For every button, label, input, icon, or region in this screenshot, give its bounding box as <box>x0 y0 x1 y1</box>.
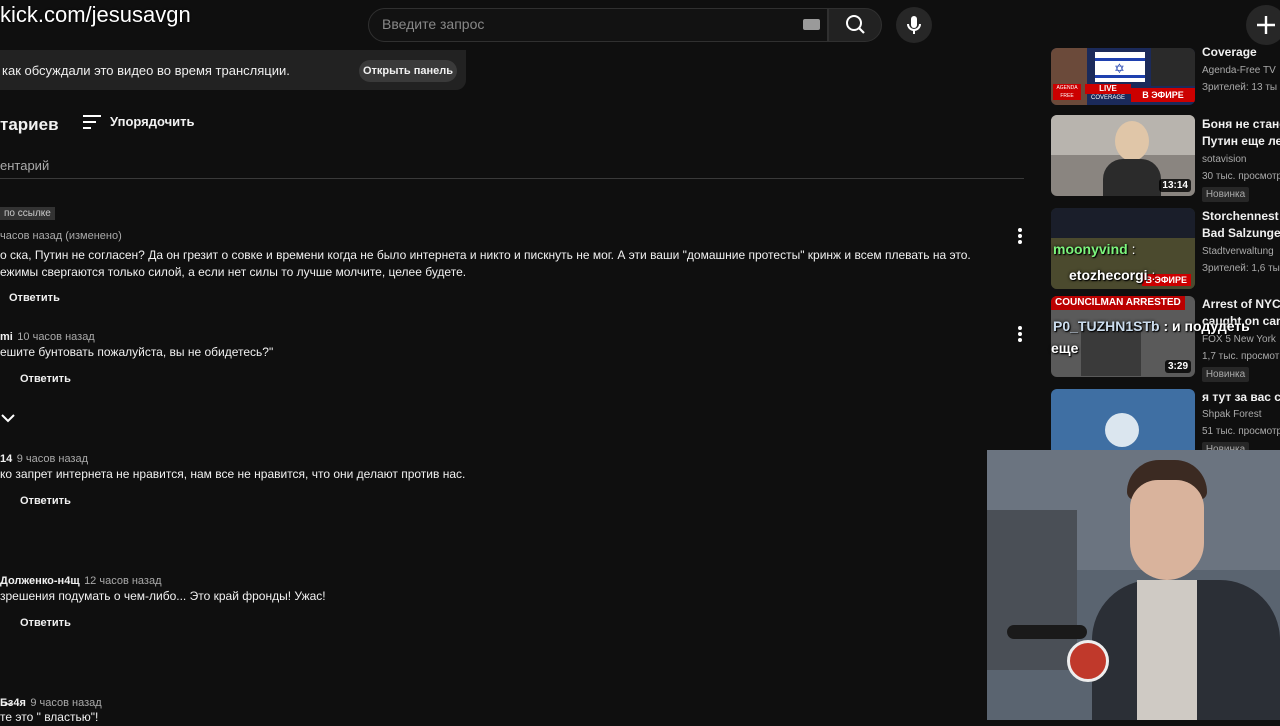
sort-button[interactable]: Упорядочить <box>110 114 195 129</box>
comment-time: 12 часов назад <box>84 575 162 587</box>
video-views: 1,7 тыс. просмотр <box>1202 351 1280 362</box>
search-icon <box>846 15 865 34</box>
comment-author[interactable]: Б̶з4я <box>0 697 26 709</box>
microphone-icon <box>1067 640 1109 682</box>
video-title[interactable]: я тут за вас су <box>1202 389 1280 406</box>
search-button[interactable] <box>828 8 882 42</box>
video-duration: 3:29 <box>1164 360 1191 373</box>
comments-count: тариев <box>0 115 59 134</box>
video-thumbnail[interactable]: COUNCILMAN ARRESTED 3:29 <box>1051 296 1195 377</box>
thumb-sub-label: COVERAGE <box>1090 95 1125 101</box>
stream-chat-message: etozhecorgi : <box>1069 267 1155 283</box>
comment-text: ко запрет интернета не нравится, нам все… <box>0 467 466 481</box>
video-duration: 13:14 <box>1159 179 1191 192</box>
video-title[interactable]: Боня не стане <box>1202 116 1280 133</box>
comment-text-line2: ежимы свергаются только силой, а если не… <box>0 265 467 279</box>
comment-time: 9 часов назад <box>30 697 102 709</box>
thumb-banner: COUNCILMAN ARRESTED <box>1051 296 1185 310</box>
video-views: 30 тыс. просмотр <box>1202 171 1280 182</box>
stream-watermark: kick.com/jesusavgn <box>0 2 191 27</box>
pinned-badge: по ссылке <box>0 207 55 220</box>
video-title[interactable]: Storchennest B <box>1202 208 1280 225</box>
comment-text: те это " властью"! <box>0 710 99 724</box>
comment-text: зрешения подумать о чем-либо... Это край… <box>0 589 326 603</box>
sort-icon[interactable] <box>83 114 103 130</box>
open-panel-button[interactable]: Открыть панель <box>359 60 457 82</box>
reply-button[interactable]: Ответить <box>20 617 71 629</box>
keyboard-icon[interactable] <box>803 19 820 30</box>
reply-button[interactable]: Ответить <box>20 373 71 385</box>
video-channel[interactable]: Agenda-Free TV <box>1202 65 1280 76</box>
comment-time: 9 часов назад <box>16 453 89 465</box>
video-channel[interactable]: FOX 5 New York <box>1202 334 1280 345</box>
video-title[interactable]: Arrest of NYC C <box>1202 296 1280 313</box>
chevron-down-icon[interactable] <box>0 412 16 424</box>
video-thumbnail[interactable]: 13:14 <box>1051 115 1195 196</box>
comment-input-underline <box>0 178 1024 179</box>
chat-text-line2: еще <box>1051 340 1079 356</box>
channel-avatar <box>1105 413 1139 447</box>
stream-chat-message: moonyvind : <box>1053 241 1135 257</box>
comment-time: 10 часов назад <box>17 331 95 343</box>
new-badge: Новинка <box>1202 187 1249 202</box>
video-channel[interactable]: Shpak Forest <box>1202 409 1280 420</box>
add-comment-input[interactable]: ентарий <box>0 158 49 173</box>
thumb-tag: AGENDA FREE <box>1053 84 1081 100</box>
video-channel[interactable]: Stadtverwaltung <box>1202 246 1280 257</box>
live-badge: В ЭФИРЕ <box>1131 88 1195 102</box>
chat-username: moonyvind <box>1053 241 1128 257</box>
reply-button[interactable]: Ответить <box>20 495 71 507</box>
video-title-line2[interactable]: Путин еще лет <box>1202 133 1280 150</box>
comment-author[interactable]: 14 <box>0 453 12 465</box>
chat-username: etozhecorgi <box>1069 267 1148 283</box>
chat-text: : <box>1131 241 1136 257</box>
video-views: Зрителей: 13 ты <box>1202 82 1278 93</box>
more-actions-icon[interactable] <box>1014 226 1026 244</box>
comment-text: о ска, Путин не согласен? Да он грезит о… <box>0 248 971 262</box>
new-badge: Новинка <box>1202 367 1249 382</box>
webcam-overlay <box>987 450 1280 720</box>
mic-icon <box>907 16 921 34</box>
video-channel[interactable]: sotavision <box>1202 154 1280 165</box>
reply-button[interactable]: Ответить <box>9 292 60 304</box>
comment-time: часов назад (изменено) <box>0 230 122 242</box>
video-thumbnail[interactable]: ✡ AGENDA FREE LIVE COVERAGE В ЭФИРЕ <box>1051 48 1195 105</box>
video-views: Зрителей: 1,6 ты <box>1202 263 1280 274</box>
video-title-line2[interactable]: Bad Salzunger <box>1202 225 1280 242</box>
voice-search-button[interactable] <box>896 7 932 43</box>
stream-chat-message: P0_TUZHN1STb : и подудеть <box>1053 318 1250 334</box>
plus-icon <box>1257 16 1275 34</box>
chat-username: P0_TUZHN1STb <box>1053 318 1160 334</box>
thumb-live-label: LIVE <box>1085 84 1131 94</box>
comment-header: Долженко-н4щ 12 часов назад <box>0 571 162 589</box>
chat-text: : и подудеть <box>1163 318 1250 334</box>
more-actions-icon[interactable] <box>1014 324 1026 342</box>
search-placeholder: Введите запрос <box>382 16 485 32</box>
comment-header: 14 9 часов назад <box>0 449 88 467</box>
comment-author[interactable]: mi <box>0 331 13 343</box>
video-title[interactable]: Coverage <box>1202 44 1280 61</box>
chat-replay-text: как обсуждали это видео во время трансля… <box>2 63 290 78</box>
chat-text: : <box>1151 267 1156 283</box>
comment-text: ешите бунтовать пожалуйста, вы не обидет… <box>0 345 274 359</box>
comment-author[interactable]: Долженко-н4щ <box>0 575 80 587</box>
video-views: 51 тыс. просмотр <box>1202 426 1280 437</box>
comment-header: mi 10 часов назад <box>0 327 95 345</box>
create-button[interactable] <box>1246 5 1280 45</box>
